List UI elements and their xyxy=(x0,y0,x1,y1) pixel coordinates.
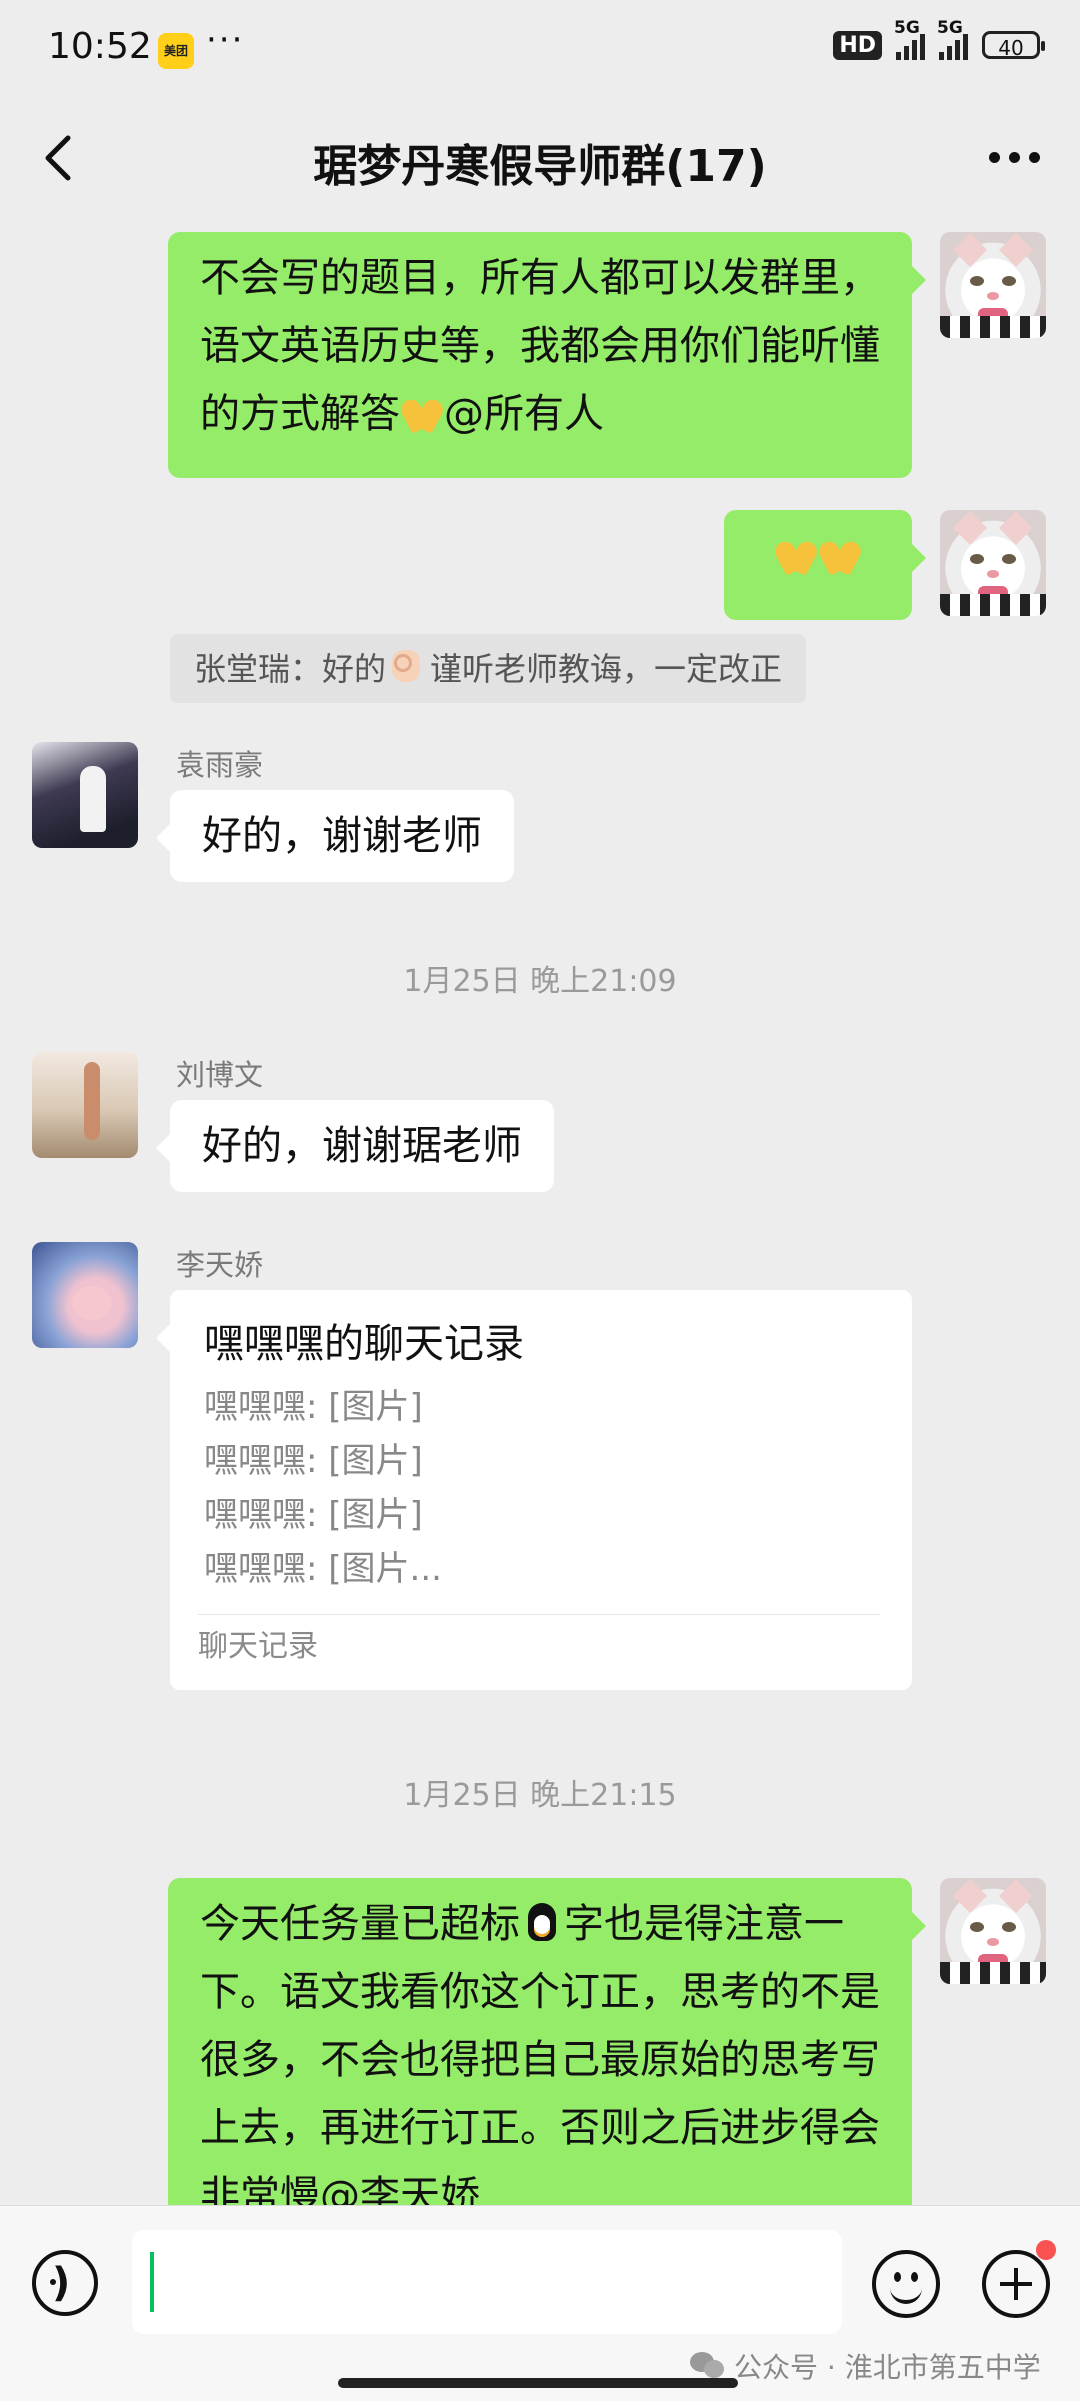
more-notifications-icon: ··· xyxy=(206,20,245,60)
self-avatar[interactable] xyxy=(940,1878,1046,1984)
quoted-reply[interactable]: 张堂瑞：好的 谨听老师教诲，一定改正 xyxy=(170,634,807,703)
message-list[interactable]: 不会写的题目，所有人都可以发群里，语文英语历史等，我都会用你们能听懂的方式解答 @… xyxy=(0,220,1080,2205)
ok-hand-emoji-icon xyxy=(386,646,430,686)
chat-record-line: 嘿嘿嘿: [图片] xyxy=(204,1495,423,1535)
sender-name: 袁雨豪 xyxy=(176,748,264,782)
status-indicators: HD 5G 5G 40 xyxy=(833,18,1045,60)
chat-record-title: 嘿嘿嘿的聊天记录 xyxy=(204,1321,524,1367)
message-text: 好的，谢谢老师 xyxy=(202,813,482,859)
more-functions-plus-icon[interactable] xyxy=(982,2250,1050,2318)
watermark: 公众号 · 淮北市第五中学 xyxy=(690,2346,1041,2386)
more-options-icon[interactable] xyxy=(989,152,1040,163)
self-avatar[interactable] xyxy=(940,232,1046,338)
notification-dot xyxy=(1036,2240,1056,2260)
home-indicator[interactable] xyxy=(338,2378,738,2388)
input-bar: 公众号 · 淮北市第五中学 xyxy=(0,2205,1080,2401)
message-bubble-incoming[interactable]: 好的，谢谢琚老师 xyxy=(156,1100,554,1192)
message-text: 今天任务量已超标 xyxy=(200,1901,520,1947)
sender-avatar[interactable] xyxy=(32,1052,138,1158)
signal-icon-sim1: 5G xyxy=(894,18,925,60)
text-cursor xyxy=(150,2252,154,2312)
chat-header: 琚梦丹寒假导师群(17) xyxy=(0,96,1080,220)
sender-avatar[interactable] xyxy=(32,742,138,848)
pray-emoji-icon xyxy=(774,535,818,575)
message-bubble-outgoing[interactable] xyxy=(724,510,926,620)
message-bubble-outgoing[interactable]: 今天任务量已超标 字也是得注意一下。语文我看你这个订正，思考的不是很多，不会也得把… xyxy=(168,1878,926,2205)
sender-name: 刘博文 xyxy=(176,1058,264,1092)
chat-record-card[interactable]: 嘿嘿嘿的聊天记录 嘿嘿嘿: [图片] 嘿嘿嘿: [图片] 嘿嘿嘿: [图片] 嘿… xyxy=(156,1290,912,1690)
status-bar: 10:52 美团 ··· HD 5G 5G 40 xyxy=(0,0,1080,96)
signal-icon-sim2: 5G xyxy=(937,18,968,60)
penguin-emoji-icon xyxy=(520,1903,564,1943)
chat-record-line: 嘿嘿嘿: [图片... xyxy=(204,1549,442,1589)
wechat-official-account-icon xyxy=(690,2352,726,2380)
mention-text[interactable]: @所有人 xyxy=(444,391,604,437)
sender-name: 李天娇 xyxy=(176,1248,264,1282)
message-bubble-incoming[interactable]: 好的，谢谢老师 xyxy=(156,790,514,882)
battery-icon: 40 xyxy=(982,31,1045,60)
message-text: 好的，谢谢琚老师 xyxy=(202,1123,522,1169)
chat-record-footer: 聊天记录 xyxy=(198,1629,318,1664)
sender-avatar[interactable] xyxy=(32,1242,138,1348)
timestamp: 1月25日 晚上21:15 xyxy=(403,1778,677,1813)
message-input[interactable] xyxy=(132,2230,842,2334)
meituan-app-icon: 美团 xyxy=(158,33,194,69)
message-bubble-outgoing[interactable]: 不会写的题目，所有人都可以发群里，语文英语历史等，我都会用你们能听懂的方式解答 @… xyxy=(168,232,926,478)
pray-emoji-icon xyxy=(400,393,444,433)
chat-title: 琚梦丹寒假导师群(17) xyxy=(313,141,767,192)
timestamp: 1月25日 晚上21:09 xyxy=(403,964,677,999)
self-avatar[interactable] xyxy=(940,510,1046,616)
emoji-picker-icon[interactable] xyxy=(872,2250,940,2318)
pray-emoji-icon xyxy=(818,535,862,575)
chat-record-line: 嘿嘿嘿: [图片] xyxy=(204,1387,423,1427)
chat-record-line: 嘿嘿嘿: [图片] xyxy=(204,1441,423,1481)
hd-voice-icon: HD xyxy=(833,30,882,60)
voice-input-icon[interactable] xyxy=(32,2250,98,2316)
status-time: 10:52 xyxy=(48,26,152,67)
